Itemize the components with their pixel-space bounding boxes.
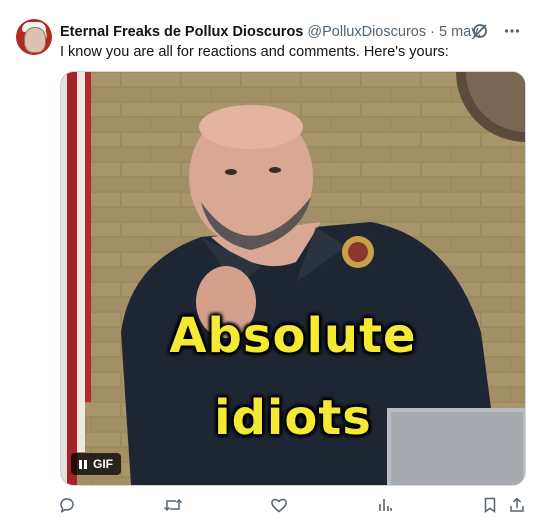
separator: · (430, 24, 435, 40)
header-actions (469, 20, 523, 42)
tweet[interactable]: Eternal Freaks de Pollux Dioscuros @Poll… (0, 0, 537, 519)
share-icon[interactable] (506, 494, 528, 516)
user-handle[interactable]: @PolluxDioscuros (307, 24, 426, 40)
tweet-header: Eternal Freaks de Pollux Dioscuros @Poll… (60, 22, 481, 42)
display-name[interactable]: Eternal Freaks de Pollux Dioscuros (60, 24, 303, 40)
retweet-icon[interactable] (162, 494, 184, 516)
pause-icon[interactable] (79, 459, 87, 469)
views-icon[interactable] (374, 494, 396, 516)
gif-badge-label: GIF (93, 457, 113, 471)
gif-caption-line2: idiots (214, 390, 372, 446)
more-icon[interactable] (501, 20, 523, 42)
avatar-face (24, 27, 46, 53)
reply-icon[interactable] (56, 494, 78, 516)
gif-badge[interactable]: GIF (71, 453, 121, 475)
gif-media[interactable]: Absolute idiots GIF (60, 71, 526, 486)
avatar[interactable] (16, 19, 52, 55)
bookmark-icon[interactable] (479, 494, 501, 516)
grok-icon[interactable] (469, 20, 491, 42)
gif-caption-line1: Absolute (169, 308, 417, 364)
tweet-actions (56, 494, 526, 516)
tweet-text: I know you are all for reactions and com… (60, 44, 449, 60)
like-icon[interactable] (268, 494, 290, 516)
